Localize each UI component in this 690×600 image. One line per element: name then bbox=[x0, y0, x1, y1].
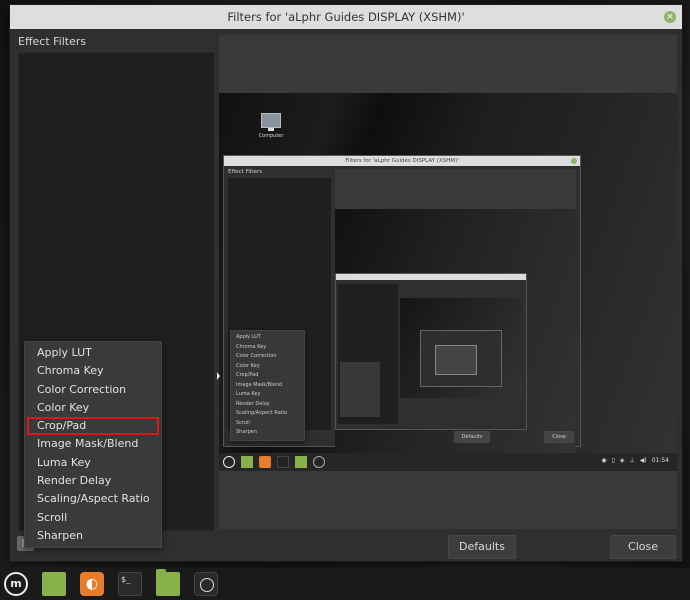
nested-menu-item: Sharpen bbox=[236, 429, 257, 435]
nested-inner-window bbox=[335, 273, 527, 430]
add-filter-menu: Apply LUT Chroma Key Color Correction Co… bbox=[24, 341, 162, 549]
preview-shield-icon: ◈ bbox=[619, 457, 625, 464]
preview-network-icon: ⊥ bbox=[629, 457, 635, 464]
preview-mint-icon bbox=[223, 456, 235, 468]
menu-item-scaling-aspect-ratio[interactable]: Scaling/Aspect Ratio bbox=[25, 490, 161, 508]
preview-folder-icon bbox=[295, 456, 307, 468]
monitor-icon bbox=[261, 113, 281, 128]
nested-title-bar: Filters for 'aLphr Guides DISPLAY (XSHM)… bbox=[224, 156, 580, 166]
nested-menu-item: Color Correction bbox=[236, 353, 277, 359]
menu-item-image-mask-blend[interactable]: Image Mask/Blend bbox=[25, 435, 161, 453]
computer-desktop-icon: Computer bbox=[253, 113, 289, 139]
taskbar: m ◐ $_ bbox=[0, 568, 690, 600]
mint-menu-icon[interactable]: m bbox=[4, 572, 28, 596]
menu-item-color-correction[interactable]: Color Correction bbox=[25, 381, 161, 399]
nested-menu-item: Color Key bbox=[236, 362, 260, 369]
menu-item-chroma-key[interactable]: Chroma Key bbox=[25, 362, 161, 380]
menu-item-scroll[interactable]: Scroll bbox=[25, 509, 161, 527]
nested-preview bbox=[335, 209, 576, 459]
preview-volume-icon: ◀) bbox=[639, 457, 647, 464]
preview-clipboard-icon: ▯ bbox=[611, 457, 615, 464]
preview-obs-icon bbox=[313, 456, 325, 468]
menu-item-sharpen[interactable]: Sharpen bbox=[25, 527, 161, 545]
effect-filters-label: Effect Filters bbox=[18, 35, 87, 48]
close-window-icon[interactable]: × bbox=[664, 11, 676, 23]
menu-item-crop-pad[interactable]: Crop/Pad bbox=[27, 417, 159, 436]
source-preview: Computer Filters for 'aLphr Guides DISPL… bbox=[219, 93, 677, 471]
terminal-icon[interactable]: $_ bbox=[118, 572, 142, 596]
nested-menu-item: Chroma Key bbox=[236, 343, 267, 350]
computer-icon-label: Computer bbox=[258, 133, 284, 139]
window-title: Filters for 'aLphr Guides DISPLAY (XSHM)… bbox=[227, 10, 465, 24]
menu-item-apply-lut[interactable]: Apply LUT bbox=[25, 344, 161, 362]
nested-defaults-button: Defaults bbox=[454, 431, 490, 443]
preview-firefox-icon bbox=[259, 456, 271, 468]
nested-menu-item: Scaling/Aspect Ratio bbox=[236, 410, 288, 416]
close-button[interactable]: Close bbox=[610, 535, 676, 559]
defaults-button[interactable]: Defaults bbox=[448, 535, 516, 559]
menu-item-color-key[interactable]: Color Key bbox=[25, 399, 161, 417]
nested-menu-item: Render Delay bbox=[236, 400, 270, 407]
preview-padding-top bbox=[219, 35, 677, 93]
nested-effect-filters-label: Effect Filters bbox=[228, 169, 263, 175]
nested-window-title: Filters for 'aLphr Guides DISPLAY (XSHM)… bbox=[345, 158, 459, 164]
preview-terminal-icon bbox=[277, 456, 289, 468]
preview-obs-tray-icon: ◉ bbox=[601, 457, 607, 464]
preview-system-tray: ◉ ▯ ◈ ⊥ ◀) 01:54 bbox=[601, 457, 669, 464]
nested-menu-item: Luma Key bbox=[236, 391, 261, 397]
nested-menu-item: Image Mask/Blend bbox=[236, 381, 283, 388]
nested-close-button: Close bbox=[544, 431, 574, 443]
title-bar: Filters for 'aLphr Guides DISPLAY (XSHM)… bbox=[10, 5, 682, 29]
menu-item-render-delay[interactable]: Render Delay bbox=[25, 472, 161, 490]
nested-menu-item: Crop/Pad bbox=[236, 372, 259, 378]
firefox-icon[interactable]: ◐ bbox=[80, 572, 104, 596]
nested-menu-item: Scroll bbox=[236, 419, 250, 426]
obs-icon[interactable] bbox=[194, 572, 218, 596]
preview-padding-bottom bbox=[219, 471, 677, 529]
menu-item-luma-key[interactable]: Luma Key bbox=[25, 454, 161, 472]
nested-filter-menu: Apply LUT Chroma Key Color Correction Co… bbox=[230, 330, 305, 441]
folder-icon[interactable] bbox=[156, 569, 180, 596]
nested-filters-window: Filters for 'aLphr Guides DISPLAY (XSHM)… bbox=[223, 155, 581, 459]
nested-close-icon bbox=[571, 158, 577, 164]
preview-files-icon bbox=[241, 456, 253, 468]
preview-clock: 01:54 bbox=[651, 457, 669, 464]
files-icon[interactable] bbox=[42, 572, 66, 596]
mouse-cursor bbox=[217, 372, 220, 380]
nested-menu-item: Apply LUT bbox=[236, 334, 261, 340]
